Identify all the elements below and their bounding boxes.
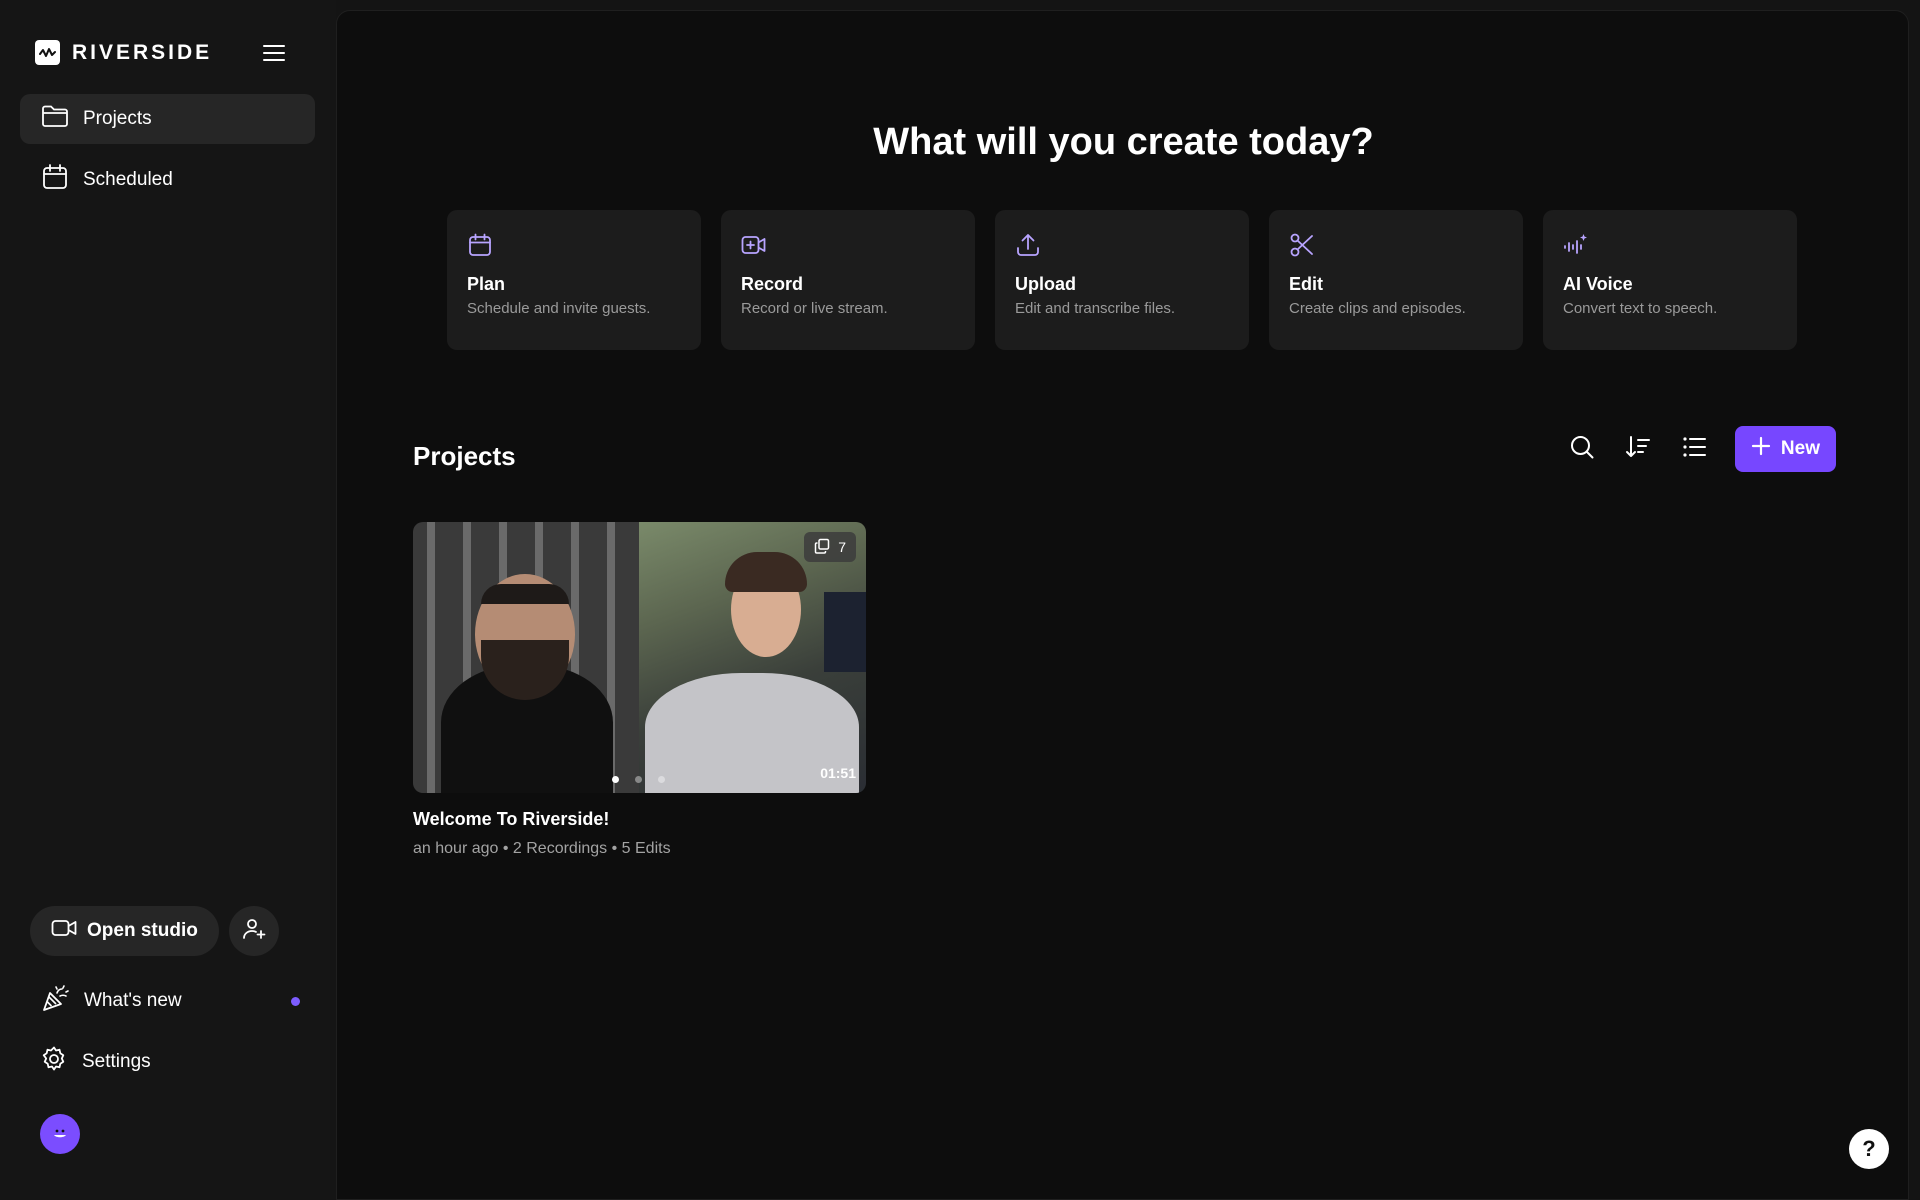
- calendar-icon: [41, 163, 69, 197]
- sidebar-item-scheduled[interactable]: Scheduled: [20, 155, 315, 205]
- main-panel: What will you create today? Plan Schedul…: [336, 10, 1909, 1200]
- sidebar-item-projects[interactable]: Projects: [20, 94, 315, 144]
- riverside-logo-icon: [35, 40, 60, 65]
- card-title: Record: [741, 274, 804, 294]
- sidebar-item-label: What's new: [84, 990, 182, 1011]
- projects-toolbar: New: [1567, 426, 1836, 472]
- card-description: Edit and transcribe files.: [1015, 300, 1176, 317]
- invite-user-button[interactable]: [228, 906, 279, 956]
- carousel-dot[interactable]: [635, 776, 642, 783]
- project-thumbnail[interactable]: 7 01:51: [413, 522, 866, 793]
- page-title: What will you create today?: [873, 121, 1374, 163]
- sort-icon: [1625, 434, 1651, 465]
- list-icon: [1681, 434, 1707, 465]
- card-title: AI Voice: [1563, 274, 1633, 294]
- card-title: Edit: [1289, 274, 1323, 294]
- create-options: Plan Schedule and invite guests. Record …: [447, 210, 1797, 350]
- create-card-edit[interactable]: Edit Create clips and episodes.: [1269, 210, 1523, 350]
- create-card-ai-voice[interactable]: AI Voice Convert text to speech.: [1543, 210, 1797, 350]
- carousel-dot[interactable]: [612, 776, 619, 783]
- card-description: Create clips and episodes.: [1289, 300, 1466, 317]
- sidebar-item-label: Settings: [82, 1051, 151, 1072]
- card-title: Upload: [1015, 274, 1076, 294]
- brand-logo[interactable]: RIVERSIDE: [35, 40, 212, 65]
- open-studio-button[interactable]: Open studio: [30, 906, 219, 956]
- create-card-plan[interactable]: Plan Schedule and invite guests.: [447, 210, 701, 350]
- scissors-icon: [1289, 232, 1315, 258]
- hair-shape: [481, 584, 569, 604]
- monitor-shape: [824, 592, 866, 672]
- ai-voice-icon: [1563, 232, 1589, 258]
- new-button-label: New: [1780, 438, 1820, 459]
- hair-shape: [725, 552, 807, 592]
- clip-count-badge: 7: [804, 532, 856, 562]
- thumbnail-guest-left: [413, 522, 639, 793]
- carousel-dots: [612, 776, 665, 783]
- calendar-icon: [467, 232, 493, 258]
- card-title: Plan: [467, 274, 506, 294]
- app-root: RIVERSIDE Projects Scheduled Open studio…: [0, 0, 1920, 1200]
- sidebar-item-label: Scheduled: [83, 169, 173, 190]
- sidebar-item-settings[interactable]: Settings: [20, 1037, 300, 1087]
- duration-label: 01:51: [820, 765, 856, 781]
- card-description: Schedule and invite guests.: [467, 300, 651, 317]
- user-plus-icon: [242, 917, 266, 946]
- studio-actions: Open studio: [30, 906, 279, 956]
- avatar[interactable]: [40, 1114, 80, 1154]
- help-button[interactable]: ?: [1849, 1129, 1889, 1169]
- open-studio-label: Open studio: [87, 920, 198, 941]
- clip-count: 7: [838, 539, 846, 555]
- card-description: Convert text to speech.: [1563, 300, 1718, 317]
- gear-icon: [40, 1045, 68, 1079]
- thumbnail-guest-right: [639, 522, 866, 793]
- upload-icon: [1015, 232, 1041, 258]
- folder-icon: [41, 104, 69, 134]
- projects-heading: Projects: [413, 441, 516, 471]
- sidebar-item-whats-new[interactable]: What's new: [20, 976, 300, 1026]
- video-camera-icon: [51, 918, 77, 944]
- sidebar: RIVERSIDE Projects Scheduled Open studio…: [0, 0, 336, 1200]
- carousel-dot[interactable]: [658, 776, 665, 783]
- party-popper-icon: [40, 983, 70, 1019]
- card-description: Record or live stream.: [741, 300, 888, 317]
- brand-name: RIVERSIDE: [72, 40, 213, 64]
- sidebar-nav: Projects Scheduled: [20, 94, 315, 216]
- new-project-button[interactable]: New: [1734, 426, 1836, 472]
- list-view-button[interactable]: [1679, 434, 1709, 464]
- video-plus-icon: [741, 232, 767, 258]
- project-card[interactable]: 7 01:51 Welcome To Riverside! an hour ag…: [413, 522, 866, 858]
- search-button[interactable]: [1567, 434, 1597, 464]
- sidebar-bottom-nav: What's new Settings: [20, 976, 300, 1098]
- project-meta: an hour ago • 2 Recordings • 5 Edits: [413, 840, 671, 857]
- copy-icon: [814, 538, 830, 557]
- create-card-upload[interactable]: Upload Edit and transcribe files.: [995, 210, 1249, 350]
- plus-icon: [1751, 436, 1771, 462]
- search-icon: [1569, 434, 1595, 465]
- create-card-record[interactable]: Record Record or live stream.: [721, 210, 975, 350]
- new-indicator-dot: [291, 997, 300, 1006]
- sort-button[interactable]: [1623, 434, 1653, 464]
- project-name: Welcome To Riverside!: [413, 809, 610, 829]
- sidebar-item-label: Projects: [83, 108, 152, 129]
- hamburger-menu-icon[interactable]: [262, 41, 286, 65]
